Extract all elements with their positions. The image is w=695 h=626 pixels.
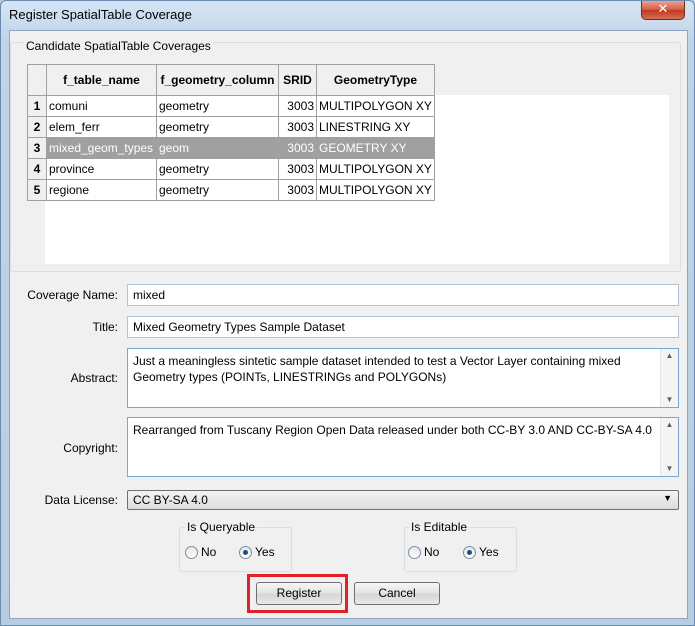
coverages-grid: f_table_name f_geometry_column SRID Geom… [27, 64, 435, 201]
cell-geometry-column[interactable]: geometry [156, 158, 279, 180]
col-header-geometry-type[interactable]: GeometryType [316, 64, 435, 96]
editable-yes-radio[interactable] [463, 546, 476, 559]
queryable-no-radio[interactable] [185, 546, 198, 559]
cell-srid[interactable]: 3003 [278, 158, 317, 180]
data-license-label: Data License: [44, 493, 118, 507]
cell-geometry-type[interactable]: LINESTRING XY [316, 116, 435, 138]
row-header[interactable]: 3 [27, 137, 47, 159]
copyright-label: Copyright: [63, 441, 118, 455]
row-header[interactable]: 4 [27, 158, 47, 180]
cell-table-name[interactable]: province [46, 158, 157, 180]
data-license-select[interactable]: CC BY-SA 4.0 ▼ [127, 490, 679, 510]
scroll-up-icon[interactable]: ▲ [661, 418, 678, 432]
cell-geometry-type[interactable]: GEOMETRY XY [316, 137, 435, 159]
editable-no-radio[interactable] [408, 546, 421, 559]
editable-no-label[interactable]: No [424, 545, 439, 559]
cell-geometry-column[interactable]: geometry [156, 116, 279, 138]
table-row-selected[interactable]: 3 mixed_geom_types geom 3003 GEOMETRY XY [27, 137, 435, 159]
table-row[interactable]: 2 elem_ferr geometry 3003 LINESTRING XY [27, 116, 435, 138]
table-row[interactable]: 4 province geometry 3003 MULTIPOLYGON XY [27, 158, 435, 180]
data-license-value: CC BY-SA 4.0 [133, 493, 208, 507]
scroll-down-icon[interactable]: ▼ [661, 462, 678, 476]
title-input[interactable]: Mixed Geometry Types Sample Dataset [127, 316, 679, 338]
chevron-down-icon: ▼ [663, 493, 672, 503]
coverages-group-title: Candidate SpatialTable Coverages [24, 39, 213, 53]
queryable-yes-radio[interactable] [239, 546, 252, 559]
coverage-name-label: Coverage Name: [27, 288, 118, 302]
table-row[interactable]: 5 regione geometry 3003 MULTIPOLYGON XY [27, 179, 435, 201]
row-header[interactable]: 5 [27, 179, 47, 201]
queryable-no-label[interactable]: No [201, 545, 216, 559]
queryable-title: Is Queryable [185, 520, 258, 534]
close-button[interactable]: ✕ [641, 1, 685, 20]
cell-geometry-type[interactable]: MULTIPOLYGON XY [316, 179, 435, 201]
cell-srid[interactable]: 3003 [278, 95, 317, 117]
editable-yes-label[interactable]: Yes [479, 545, 499, 559]
close-icon: ✕ [657, 2, 669, 17]
abstract-textarea[interactable]: Just a meaningless sintetic sample datas… [127, 348, 679, 408]
register-button[interactable]: Register [256, 582, 342, 605]
editable-title: Is Editable [409, 520, 470, 534]
row-header[interactable]: 1 [27, 95, 47, 117]
cell-table-name[interactable]: regione [46, 179, 157, 201]
cancel-button[interactable]: Cancel [354, 582, 440, 605]
scroll-down-icon[interactable]: ▼ [661, 393, 678, 407]
cell-geometry-column[interactable]: geom [156, 137, 279, 159]
copyright-scrollbar[interactable]: ▲ ▼ [660, 418, 678, 476]
coverage-name-input[interactable]: mixed [127, 284, 679, 306]
cell-table-name[interactable]: mixed_geom_types [46, 137, 157, 159]
cell-geometry-column[interactable]: geometry [156, 179, 279, 201]
abstract-text: Just a meaningless sintetic sample datas… [133, 354, 621, 384]
window-title: Register SpatialTable Coverage [9, 7, 192, 22]
cell-geometry-type[interactable]: MULTIPOLYGON XY [316, 158, 435, 180]
scroll-up-icon[interactable]: ▲ [661, 349, 678, 363]
cell-srid[interactable]: 3003 [278, 137, 317, 159]
row-header[interactable]: 2 [27, 116, 47, 138]
cell-geometry-type[interactable]: MULTIPOLYGON XY [316, 95, 435, 117]
queryable-yes-label[interactable]: Yes [255, 545, 275, 559]
grid-corner[interactable] [27, 64, 47, 96]
copyright-text: Rearranged from Tuscany Region Open Data… [133, 423, 652, 437]
title-bar: Register SpatialTable Coverage ✕ [1, 1, 694, 29]
abstract-label: Abstract: [70, 371, 118, 385]
cell-geometry-column[interactable]: geometry [156, 95, 279, 117]
abstract-scrollbar[interactable]: ▲ ▼ [660, 349, 678, 407]
cell-srid[interactable]: 3003 [278, 179, 317, 201]
copyright-textarea[interactable]: Rearranged from Tuscany Region Open Data… [127, 417, 679, 477]
table-row[interactable]: 1 comuni geometry 3003 MULTIPOLYGON XY [27, 95, 435, 117]
col-header-srid[interactable]: SRID [278, 64, 317, 96]
col-header-f-geometry-column[interactable]: f_geometry_column [156, 64, 279, 96]
col-header-f-table-name[interactable]: f_table_name [46, 64, 157, 96]
cell-srid[interactable]: 3003 [278, 116, 317, 138]
title-label: Title: [92, 320, 118, 334]
cell-table-name[interactable]: comuni [46, 95, 157, 117]
cell-table-name[interactable]: elem_ferr [46, 116, 157, 138]
